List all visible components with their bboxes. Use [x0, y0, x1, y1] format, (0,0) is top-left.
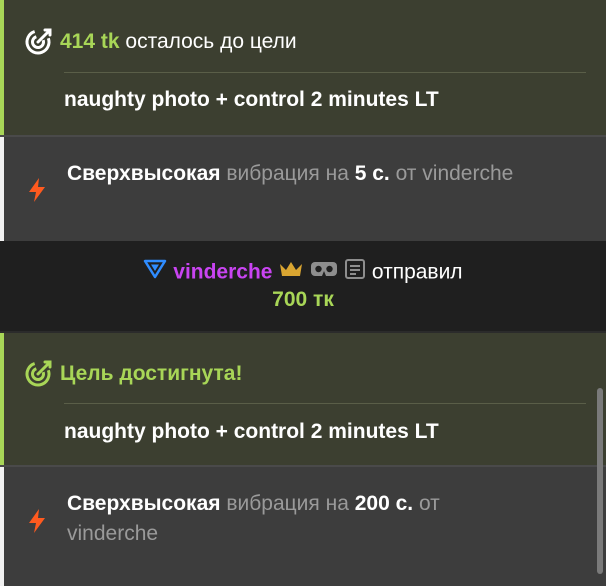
- goal-reached-block: Цель достигнута! naughty photo + control…: [0, 333, 606, 465]
- tip-message: Сверхвысокая вибрация на 5 с. от vinderc…: [67, 159, 517, 189]
- from-label: от: [418, 492, 440, 515]
- sender-username[interactable]: vinderche: [173, 261, 272, 284]
- tip-notification: Сверхвысокая вибрация на 200 с. от vinde…: [0, 465, 606, 586]
- goal-progress-header: 414 tk осталось до цели: [24, 22, 297, 62]
- target-icon: [24, 360, 52, 388]
- lightning-icon: [26, 508, 48, 534]
- goal-remaining-label: осталось до цели: [125, 30, 297, 53]
- sent-amount: 700 тк: [272, 288, 334, 311]
- goal-title: naughty photo + control 2 minutes LT: [64, 88, 439, 111]
- vibration-duration: 200 с.: [354, 492, 414, 515]
- vibration-label: вибрация на: [226, 162, 349, 185]
- target-icon: [24, 28, 52, 56]
- tip-username[interactable]: vinderche: [422, 162, 513, 185]
- goal-title: naughty photo + control 2 minutes LT: [64, 420, 439, 443]
- vibration-level: Сверхвысокая: [67, 162, 221, 185]
- tip-username[interactable]: vinderche: [67, 522, 158, 545]
- goal-reached-header: Цель достигнута!: [24, 354, 242, 394]
- notes-icon[interactable]: [344, 258, 366, 288]
- tip-notification: Сверхвысокая вибрация на 5 с. от vinderc…: [0, 135, 606, 241]
- vibration-duration: 5 с.: [354, 162, 390, 185]
- chevron-down-icon: [143, 258, 167, 288]
- scrollbar[interactable]: [597, 388, 603, 574]
- crown-icon: [278, 259, 304, 287]
- tip-sent-header: vinderche отправил: [0, 258, 606, 288]
- vibration-level: Сверхвысокая: [67, 492, 221, 515]
- sent-verb: отправил: [371, 260, 463, 284]
- goal-progress-block: 414 tk осталось до цели naughty photo + …: [0, 0, 606, 135]
- goal-remaining-amount: 414 tk: [60, 30, 120, 53]
- divider: [64, 403, 586, 404]
- from-label: от: [395, 162, 417, 185]
- divider: [64, 72, 586, 73]
- vibration-label: вибрация на: [226, 492, 349, 515]
- lightning-icon: [26, 177, 48, 203]
- vr-headset-icon: [310, 259, 338, 287]
- goal-reached-label: Цель достигнута!: [60, 362, 243, 385]
- tip-message: Сверхвысокая вибрация на 200 с. от vinde…: [67, 489, 517, 549]
